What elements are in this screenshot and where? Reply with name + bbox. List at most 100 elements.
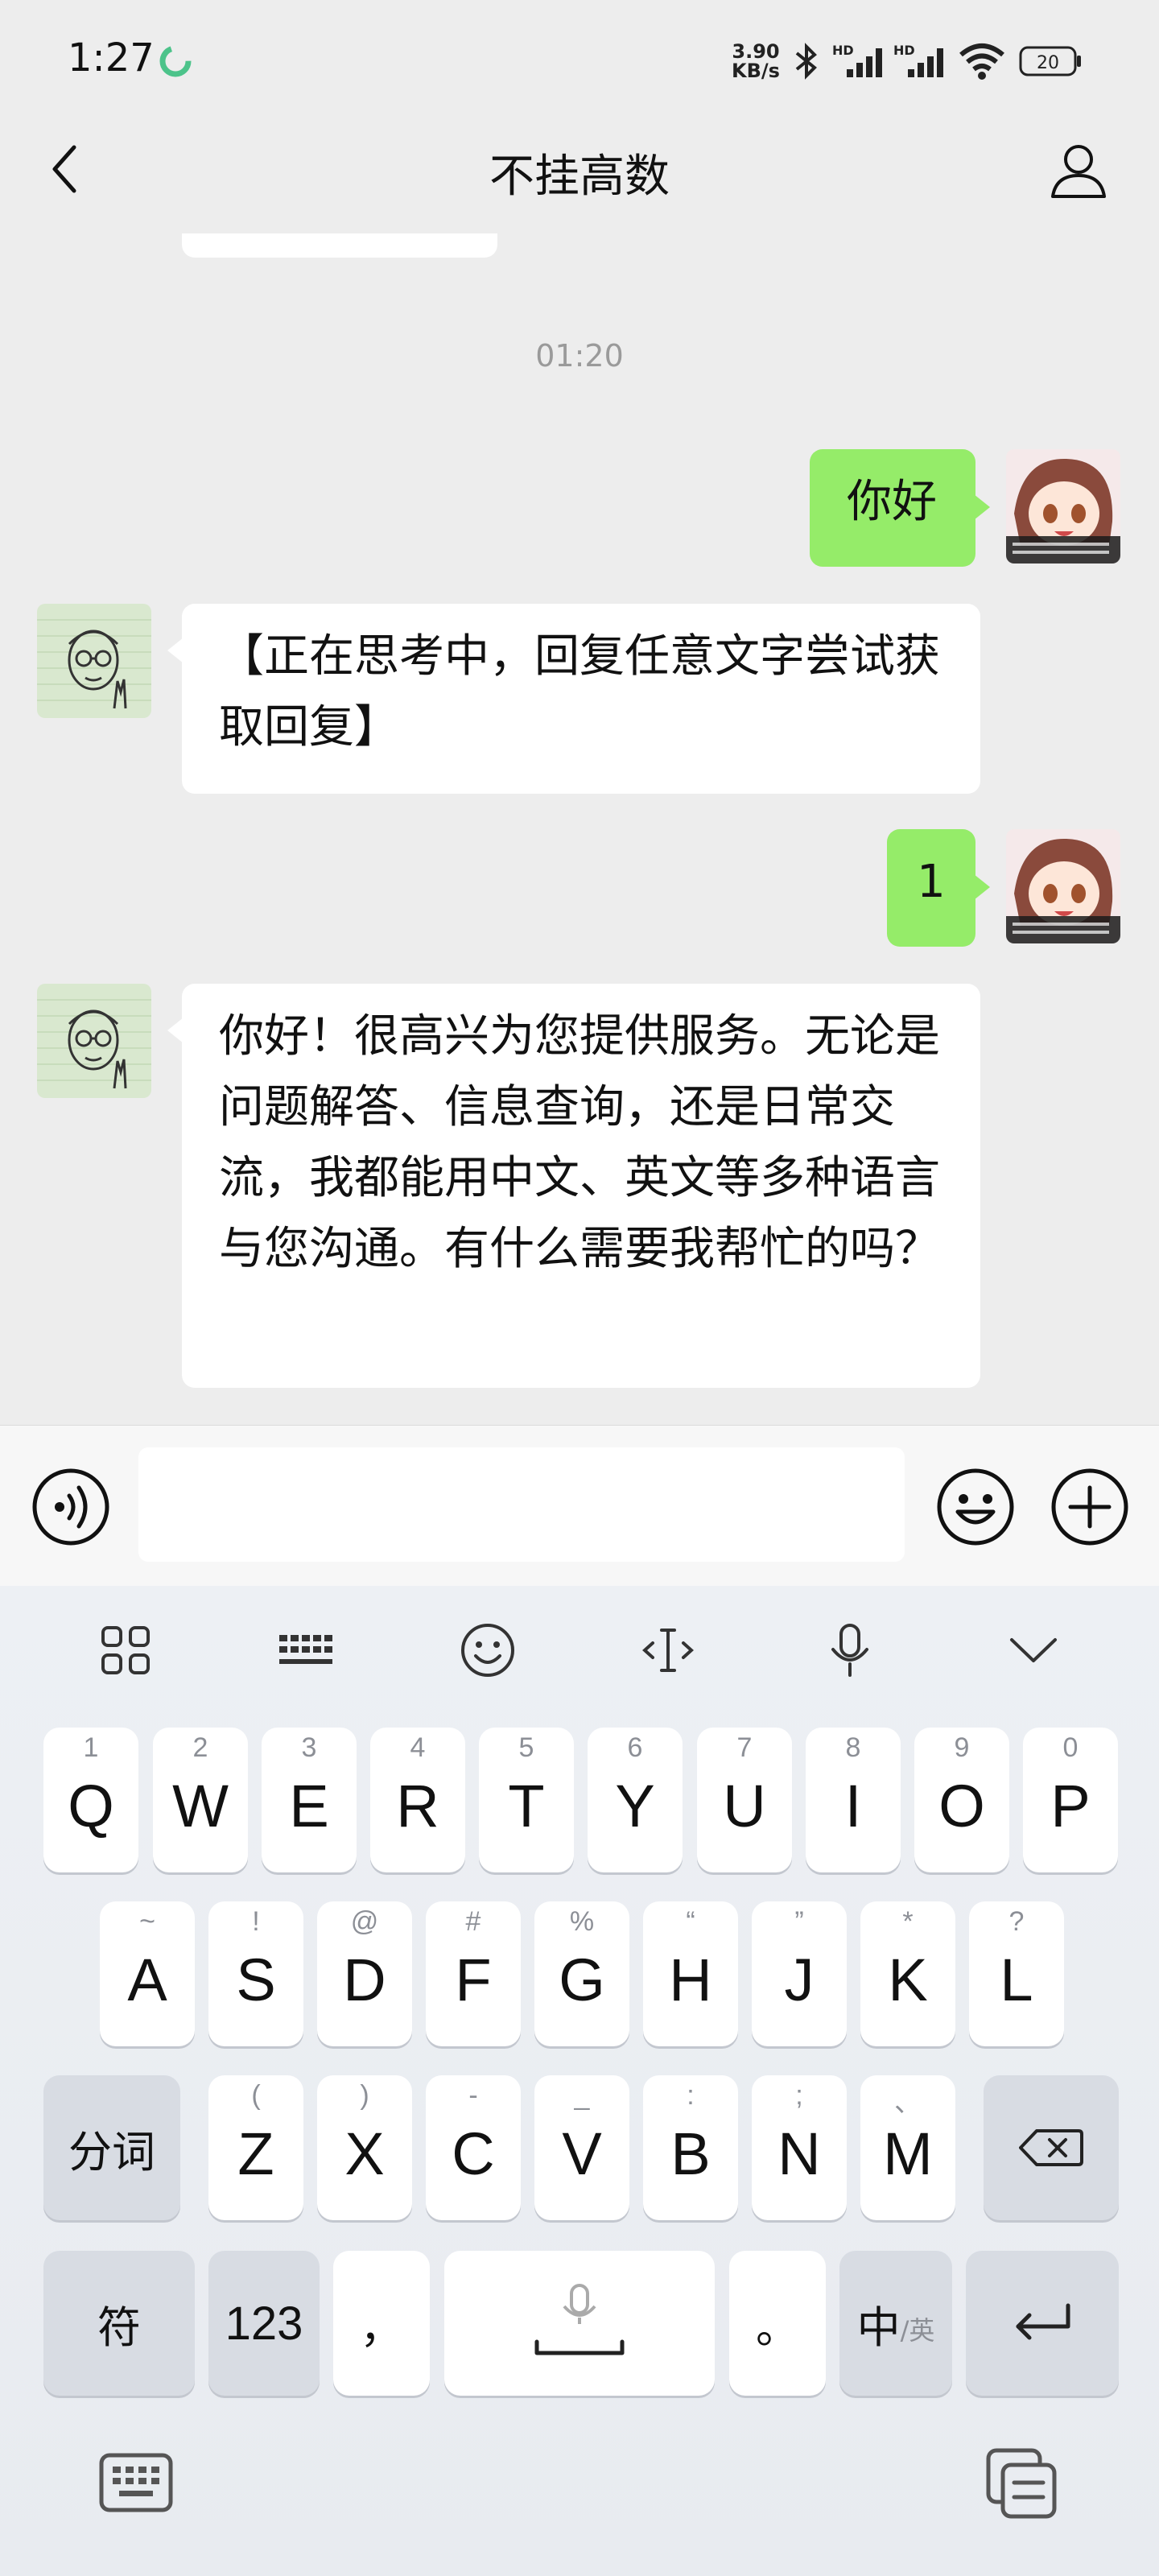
signal-icon: HD (893, 42, 951, 84)
key-y[interactable]: 6Y (588, 1728, 683, 1872)
microphone-icon[interactable] (810, 1610, 890, 1690)
key-label: U (723, 1772, 766, 1839)
message-text: 你好！很高兴为您提供服务。无论是问题解答、信息查询，还是日常交流，我都能用中文、… (219, 1010, 940, 1275)
key-t[interactable]: 5T (479, 1728, 574, 1872)
message-timestamp: 01:20 (535, 338, 624, 374)
language-switch-key[interactable]: 中/英 (839, 2251, 952, 2396)
message-bubble-in[interactable]: 你好！很高兴为您提供服务。无论是问题解答、信息查询，还是日常交流，我都能用中文、… (167, 984, 980, 1388)
more-functions-button[interactable] (1050, 1467, 1130, 1547)
key-e[interactable]: 3E (262, 1728, 357, 1872)
key-n[interactable]: ; N (752, 2075, 847, 2220)
key-label: Y (615, 1772, 655, 1839)
contact-avatar[interactable] (37, 984, 151, 1098)
key-label: F (455, 1946, 492, 2013)
key-m[interactable]: 、 M (860, 2075, 955, 2220)
message-input[interactable] (138, 1447, 905, 1562)
key-o[interactable]: 9O (914, 1728, 1009, 1872)
key-h[interactable]: “H (643, 1901, 738, 2046)
chat-info-button[interactable] (1043, 135, 1114, 206)
segment-key[interactable]: 分词 (43, 2075, 180, 2220)
key-x[interactable]: ) X (317, 2075, 412, 2220)
key-label: D (343, 1946, 386, 2013)
key-g[interactable]: % G (534, 1901, 629, 2046)
message-text: 1 (917, 856, 946, 908)
key-a[interactable]: ~ A (100, 1901, 195, 2046)
keyboard-switch-icon[interactable] (97, 2447, 177, 2520)
key-r[interactable]: 4R (370, 1728, 465, 1872)
key-hint: 、 (894, 2087, 922, 2118)
voice-input-button[interactable] (31, 1467, 111, 1547)
backspace-key[interactable] (984, 2075, 1119, 2220)
key-l[interactable]: ? L (969, 1901, 1064, 2046)
key-hint: ? (1008, 1906, 1025, 1937)
key-hint: - (468, 2080, 478, 2111)
key-hint: ; (795, 2080, 803, 2111)
key-s[interactable]: ! S (208, 1901, 303, 2046)
enter-key[interactable] (966, 2251, 1119, 2396)
message-bubble-out[interactable]: 你好 (810, 449, 990, 567)
key-w[interactable]: 2W (153, 1728, 248, 1872)
key-k[interactable]: * K (860, 1901, 955, 2046)
emoji-icon[interactable] (448, 1610, 528, 1690)
network-speed-unit: KB/s (732, 60, 780, 82)
key-v[interactable]: _ V (534, 2075, 629, 2220)
chat-title: 不挂高数 (489, 151, 670, 203)
key-b[interactable]: :B (643, 2075, 738, 2220)
signal-hd-label: HD (893, 43, 915, 58)
key-hint: * (902, 1906, 914, 1937)
cursor-icon[interactable] (628, 1610, 708, 1690)
key-c[interactable]: -C (426, 2075, 521, 2220)
bluetooth-icon (792, 42, 821, 84)
key-label: 。 (756, 2301, 799, 2353)
status-time: 1:27 (68, 35, 155, 80)
message-bubble-out[interactable]: 1 (887, 829, 990, 947)
network-speed-value: 3.90 (732, 40, 780, 63)
key-label: P (1050, 1772, 1091, 1839)
key-d[interactable]: @ D (317, 1901, 412, 2046)
battery-level: 20 (1037, 53, 1059, 73)
my-avatar[interactable] (1006, 449, 1120, 564)
key-u[interactable]: 7U (697, 1728, 792, 1872)
back-button[interactable] (40, 137, 89, 201)
network-speed: 3.90 KB/s (731, 42, 781, 80)
key-label: Z (237, 2120, 274, 2187)
key-hint: 1 (83, 1732, 99, 1763)
contact-avatar[interactable] (37, 604, 151, 718)
message-bubble-in[interactable]: 【正在思考中，回复任意文字尝试获取回复】 (167, 604, 980, 794)
key-j[interactable]: ” J (752, 1901, 847, 2046)
key-label: L (1000, 1946, 1033, 2013)
signal-hd-label: HD (832, 43, 854, 58)
symbol-key[interactable]: 符 (43, 2251, 195, 2396)
space-key[interactable] (444, 2251, 715, 2396)
key-label: M (883, 2120, 933, 2187)
key-hint: ( (251, 2080, 261, 2111)
key-label: I (844, 1772, 862, 1839)
emoji-button[interactable] (935, 1467, 1016, 1547)
key-label: 中 (856, 2301, 901, 2353)
key-label: R (396, 1772, 439, 1839)
key-q[interactable]: 1Q (43, 1728, 138, 1872)
key-label: T (508, 1772, 545, 1839)
key-z[interactable]: (Z (208, 2075, 303, 2220)
number-key[interactable]: 123 (208, 2251, 320, 2396)
period-key[interactable]: 。 (729, 2251, 826, 2396)
key-label: 分词 (68, 2126, 155, 2178)
key-p[interactable]: 0P (1023, 1728, 1118, 1872)
my-avatar[interactable] (1006, 829, 1120, 943)
backspace-icon (1019, 2129, 1083, 2166)
keyboard-layout-icon[interactable] (266, 1610, 346, 1690)
voice-icon (32, 1468, 109, 1546)
key-hint: 8 (845, 1732, 861, 1763)
chevron-down-icon[interactable] (993, 1610, 1074, 1690)
key-hint: ~ (139, 1906, 155, 1937)
space-mic-icon (534, 2284, 625, 2355)
key-i[interactable]: 8I (806, 1728, 901, 1872)
comma-key[interactable]: ， (333, 2251, 430, 2396)
key-hint: ” (794, 1906, 804, 1937)
clipboard-icon[interactable] (982, 2444, 1062, 2524)
key-hint: : (687, 2080, 695, 2111)
grid-apps-icon[interactable] (85, 1610, 166, 1690)
key-f[interactable]: # F (426, 1901, 521, 2046)
chat-message-list[interactable]: 01:20 你好 【正在思考中，回复任意文字尝试获取回复】 1 你好！很高兴为您… (0, 233, 1159, 1425)
message-text: 你好 (847, 476, 937, 528)
